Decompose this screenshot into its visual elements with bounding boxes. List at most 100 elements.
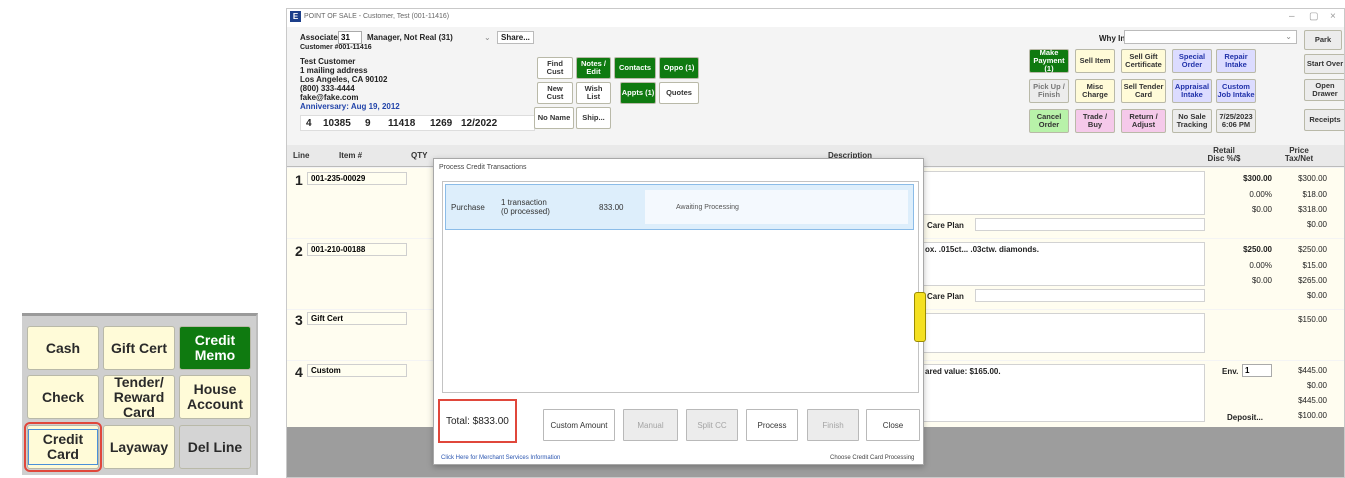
associate-name-select[interactable]: Manager, Not Real (31) [367, 33, 453, 42]
env-input[interactable]: 1 [1242, 364, 1272, 377]
split-cc-label: Split CC [697, 420, 727, 430]
care-plan-price: $0.00 [1306, 291, 1327, 300]
trade-buy-button[interactable]: Trade / Buy [1075, 109, 1115, 133]
customer-address: 1 mailing address [300, 66, 368, 75]
start-over-label: Start Over [1306, 59, 1344, 68]
description-box[interactable] [920, 171, 1205, 215]
share-button[interactable]: Share... [497, 31, 534, 44]
why-in-chevron-icon: ⌄ [1285, 32, 1292, 41]
disc-percent[interactable]: 0.00% [1217, 261, 1272, 270]
house-account-button[interactable]: House Account [179, 375, 251, 419]
pick-up-finish-button[interactable]: Pick Up / Finish [1029, 79, 1069, 103]
care-plan-select[interactable] [975, 218, 1205, 231]
item-number-field[interactable]: 001-235-00029 [307, 172, 407, 185]
return-adjust-button[interactable]: Return / Adjust [1121, 109, 1166, 133]
net-value: $445.00 [1298, 396, 1327, 405]
credit-memo-button[interactable]: Credit Memo [179, 326, 251, 370]
notes-edit-label: Notes / Edit [580, 59, 606, 76]
merchant-services-link[interactable]: Click Here for Merchant Services Informa… [441, 455, 560, 461]
make-payment-label: Make Payment (1) [1033, 48, 1065, 73]
check-button[interactable]: Check [27, 375, 99, 419]
contacts-label: Contacts [618, 63, 652, 72]
sell-tender-card-button[interactable]: Sell Tender Card [1121, 79, 1166, 103]
stat-3: 9 [365, 118, 371, 129]
contacts-button[interactable]: Contacts [614, 57, 656, 79]
oppo-button[interactable]: Oppo (1) [659, 57, 699, 79]
quotes-button[interactable]: Quotes [659, 82, 699, 104]
cash-button[interactable]: Cash [27, 326, 99, 370]
chevron-down-icon[interactable]: ⌄ [484, 33, 491, 42]
layaway-button[interactable]: Layaway [103, 425, 175, 469]
description-text: ox. .015ct... .03ctw. diamonds. [925, 245, 1039, 254]
customer-name: Test Customer [300, 57, 356, 66]
dialog-title: Process Credit Transactions [439, 164, 527, 171]
why-in-select[interactable]: ⌄ [1124, 30, 1297, 44]
process-button[interactable]: Process [746, 409, 798, 441]
split-cc-button[interactable]: Split CC [686, 409, 738, 441]
col-item: Item # [339, 151, 363, 160]
finish-button[interactable]: Finish [807, 409, 859, 441]
custom-amount-button[interactable]: Custom Amount [543, 409, 615, 441]
associate-input[interactable]: 31 [338, 31, 362, 44]
misc-charge-label: Misc Charge [1082, 82, 1108, 99]
deposit-label[interactable]: Deposit... [1227, 413, 1263, 422]
retail-value: $250.00 [1243, 245, 1272, 254]
repair-intake-button[interactable]: Repair Intake [1216, 49, 1256, 73]
wish-list-button[interactable]: Wish List [576, 82, 611, 104]
description-text: ared value: $165.00. [925, 367, 1001, 376]
tax-value: $0.00 [1306, 381, 1327, 390]
close-button[interactable]: Close [866, 409, 920, 441]
gift-cert-button[interactable]: Gift Cert [103, 326, 175, 370]
sell-gift-certificate-button[interactable]: Sell Gift Certificate [1121, 49, 1166, 73]
notes-edit-button[interactable]: Notes / Edit [576, 57, 611, 79]
choose-processing-link[interactable]: Choose Credit Card Processing [830, 455, 914, 461]
receipts-button[interactable]: Receipts [1304, 109, 1344, 131]
tender-reward-card-button[interactable]: Tender/ Reward Card [103, 374, 175, 419]
side-tab-handle[interactable] [914, 292, 926, 342]
quotes-label: Quotes [666, 88, 692, 97]
start-over-button[interactable]: Start Over [1304, 54, 1344, 74]
no-sale-tracking-button[interactable]: No Sale Tracking [1172, 109, 1212, 133]
ship-label: Ship... [582, 113, 605, 122]
oppo-label: Oppo (1) [663, 63, 695, 72]
no-name-button[interactable]: No Name [534, 107, 574, 129]
item-number-field[interactable]: Gift Cert [307, 312, 407, 325]
disc-amount[interactable]: $0.00 [1217, 276, 1272, 285]
cancel-order-button[interactable]: Cancel Order [1029, 109, 1069, 133]
item-number-field[interactable]: 001-210-00188 [307, 243, 407, 256]
datetime-button[interactable]: 7/25/2023 6:06 PM [1216, 109, 1256, 133]
make-payment-button[interactable]: Make Payment (1) [1029, 49, 1069, 73]
special-order-button[interactable]: Special Order [1172, 49, 1212, 73]
transaction-row[interactable]: Purchase 1 transaction (0 processed) 833… [445, 184, 914, 230]
manual-button[interactable]: Manual [623, 409, 678, 441]
stat-5: 1269 [430, 118, 453, 129]
open-drawer-button[interactable]: Open Drawer [1304, 79, 1344, 101]
description-box[interactable] [920, 313, 1205, 353]
net-value: $318.00 [1298, 205, 1327, 214]
title-bar: E POINT OF SALE - Customer, Test (001-11… [287, 9, 1344, 27]
appraisal-intake-button[interactable]: Appraisal Intake [1172, 79, 1212, 103]
datetime-label: 7/25/2023 6:06 PM [1219, 112, 1253, 129]
item-number-field[interactable]: Custom [307, 364, 407, 377]
net-value: $265.00 [1298, 276, 1327, 285]
credit-card-button[interactable]: Credit Card [24, 422, 102, 472]
maximize-icon[interactable]: ▢ [1309, 11, 1318, 22]
del-line-button[interactable]: Del Line [179, 425, 251, 469]
appts-button[interactable]: Appts (1) [620, 82, 656, 104]
care-plan-select[interactable] [975, 289, 1205, 302]
park-button[interactable]: Park [1304, 30, 1342, 50]
transaction-type: Purchase [451, 203, 485, 212]
minimize-icon[interactable]: – [1289, 11, 1295, 22]
new-cust-button[interactable]: New Cust [537, 82, 573, 104]
ship-button[interactable]: Ship... [576, 107, 611, 129]
deposit-value: $100.00 [1298, 411, 1327, 420]
close-window-icon[interactable]: × [1330, 11, 1336, 22]
disc-amount[interactable]: $0.00 [1217, 205, 1272, 214]
disc-percent[interactable]: 0.00% [1217, 190, 1272, 199]
custom-job-intake-button[interactable]: Custom Job Intake [1216, 79, 1256, 103]
misc-charge-button[interactable]: Misc Charge [1075, 79, 1115, 103]
env-label: Env. [1222, 367, 1239, 376]
sell-item-button[interactable]: Sell Item [1075, 49, 1115, 73]
find-cust-button[interactable]: Find Cust [537, 57, 573, 79]
customer-number: Customer #001-11416 [300, 44, 372, 51]
